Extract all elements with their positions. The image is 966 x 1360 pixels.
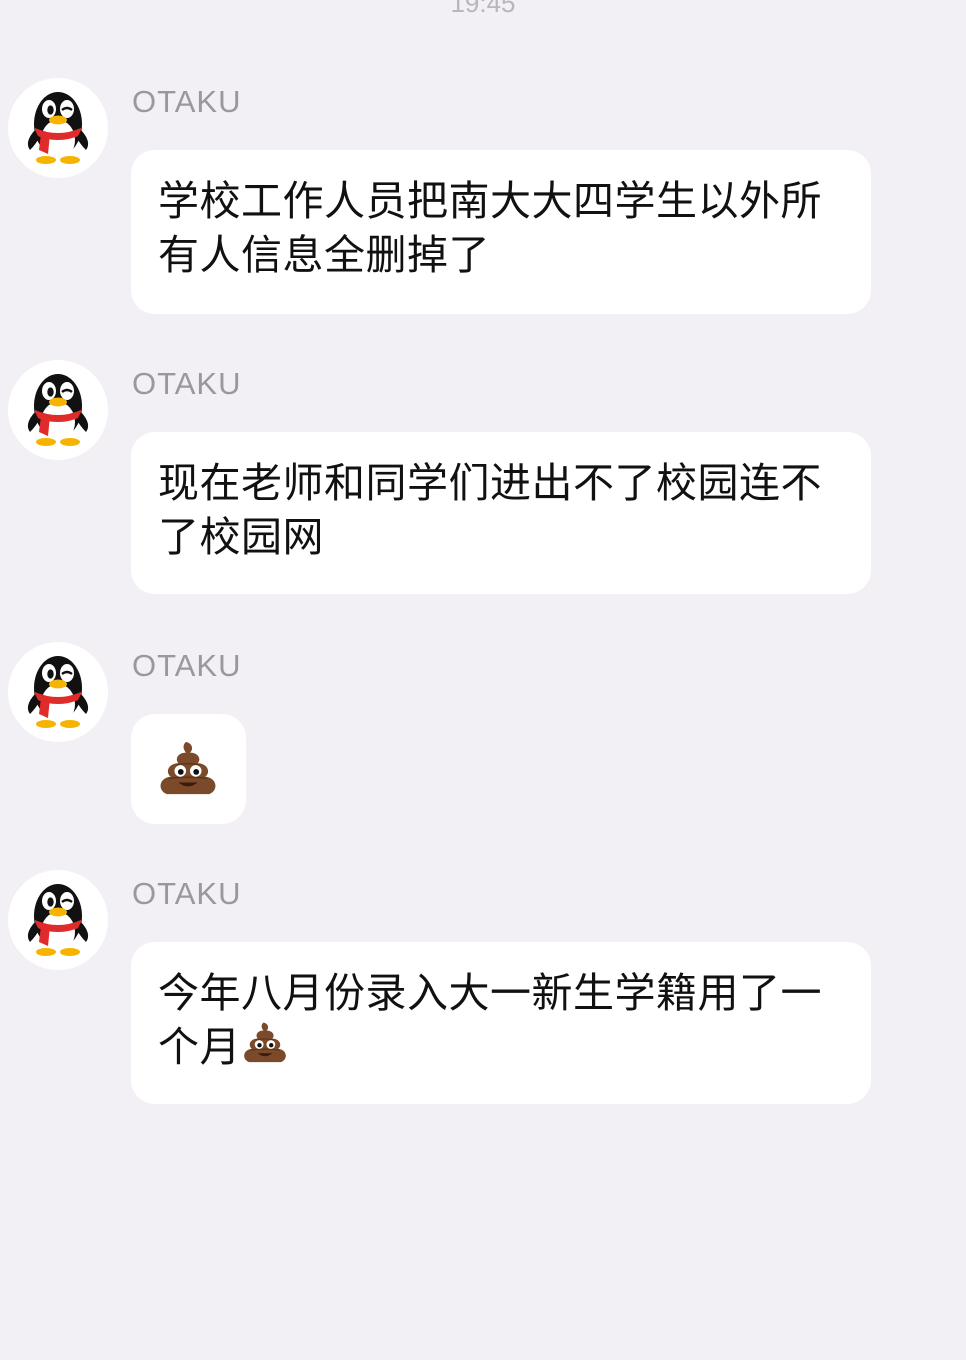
penguin-avatar-icon[interactable] [8, 78, 108, 178]
sender-name: OTAKU [132, 648, 242, 683]
message-bubble[interactable] [131, 714, 246, 824]
message-text: 现在老师和同学们进出不了校园连不了校园网 [158, 459, 822, 561]
message-timestamp: 19:45 [450, 0, 516, 18]
message-text: 学校工作人员把南大大四学生以外所有人信息全删掉了 [158, 177, 822, 279]
sender-name: OTAKU [132, 84, 242, 119]
penguin-avatar-icon[interactable] [8, 870, 108, 970]
pile-of-poo-icon [157, 740, 219, 798]
pile-of-poo-icon [241, 1021, 289, 1065]
message-bubble[interactable]: 学校工作人员把南大大四学生以外所有人信息全删掉了 [131, 150, 871, 314]
penguin-avatar-icon[interactable] [8, 642, 108, 742]
message-bubble[interactable]: 今年八月份录入大一新生学籍用了一个月 [131, 942, 871, 1104]
sender-name: OTAKU [132, 876, 242, 911]
sender-name: OTAKU [132, 366, 242, 401]
message-bubble[interactable]: 现在老师和同学们进出不了校园连不了校园网 [131, 432, 871, 594]
penguin-avatar-icon[interactable] [8, 360, 108, 460]
